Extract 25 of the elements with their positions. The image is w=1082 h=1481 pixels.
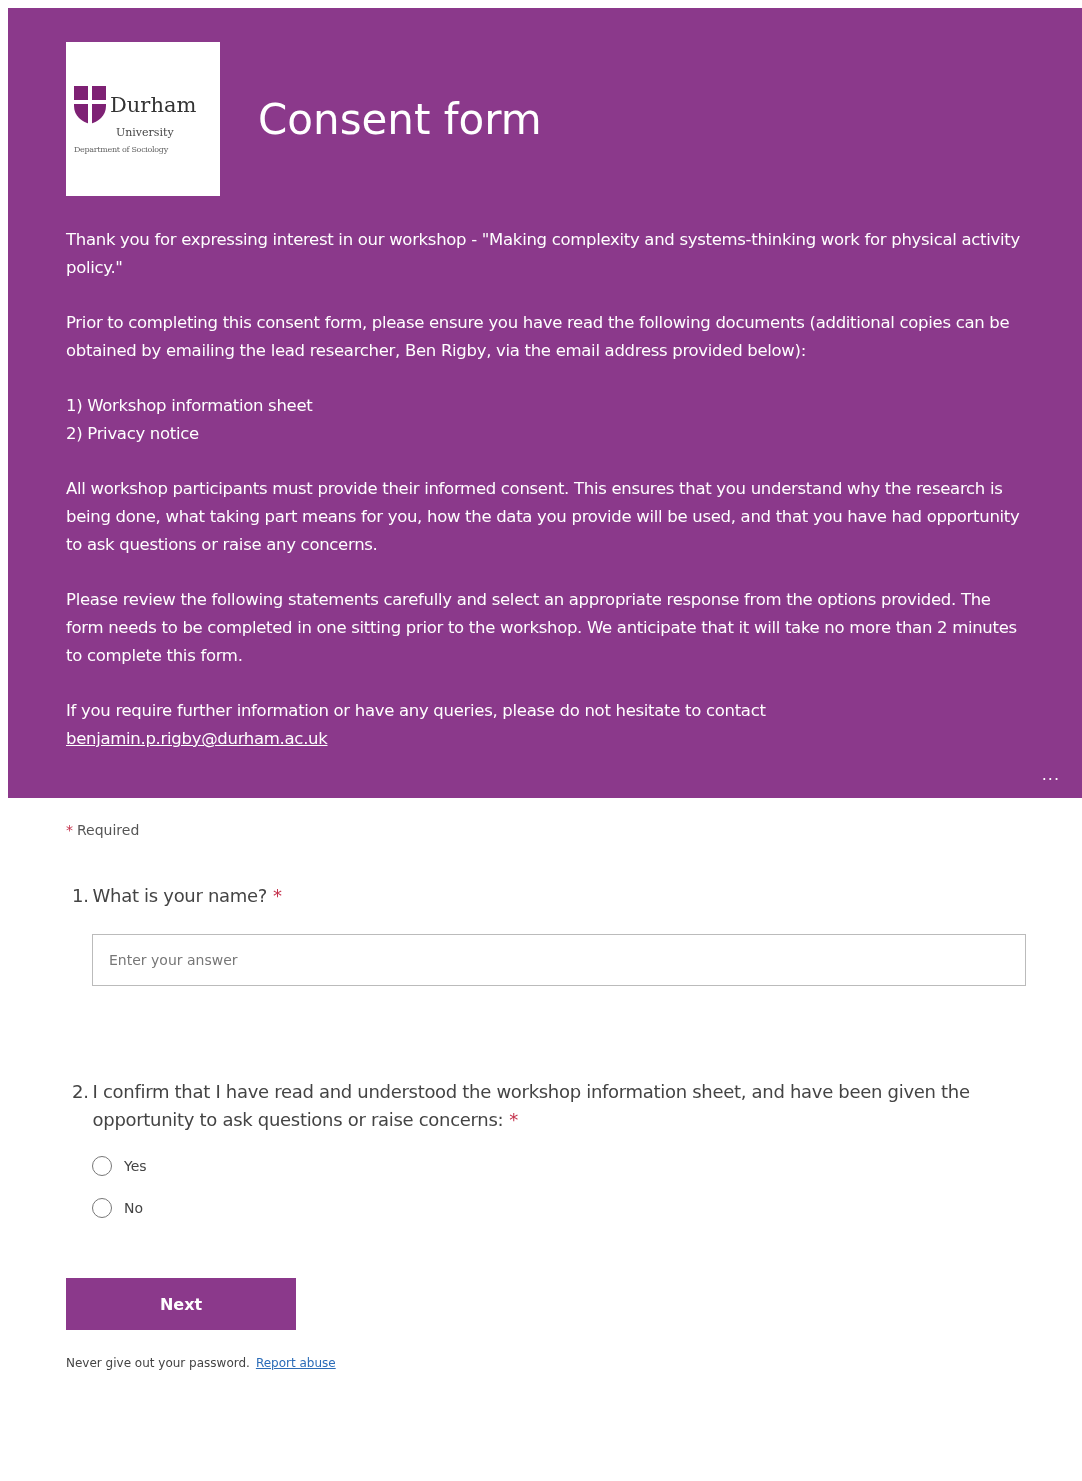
next-button[interactable]: Next — [66, 1278, 296, 1330]
document-item: 1) Workshop information sheet — [66, 395, 314, 417]
document-item: 2) Privacy notice — [66, 423, 200, 445]
shield-icon — [72, 84, 108, 126]
question-text: 1. What is your name? * — [72, 884, 283, 908]
password-warning: Never give out your password. — [66, 1356, 250, 1370]
required-mark: * — [273, 885, 282, 906]
required-mark: * — [509, 1109, 518, 1130]
intro-paragraph: All workshop participants must provide their informed consent. This ensures that you understand why the research is being done, what taking part means for you, how the data you provide will be used, and that you have had opportunity to ask questions or raise any concerns. — [66, 478, 1021, 556]
radio-button[interactable] — [92, 1198, 112, 1218]
university-logo: Durham University Department of Sociology — [66, 42, 220, 196]
report-abuse-link[interactable]: Report abuse — [255, 1356, 336, 1370]
form-title: Consent form — [258, 94, 542, 144]
answer-field[interactable]: Enter your answer — [92, 934, 1026, 986]
option-label: Yes — [124, 1158, 147, 1174]
intro-paragraph: Thank you for expressing interest in our workshop - "Making complexity and systems-thinking work for physical activity policy." — [66, 229, 1021, 279]
contact-text: If you require further information or have any queries, please do not hesitate to contact — [66, 700, 767, 722]
option-label: No — [124, 1200, 144, 1216]
intro-paragraph: Please review the following statements carefully and select an appropriate response from the options provided. The form needs to be completed in one sitting prior to the workshop. We anticipate that it will take no more than 2 minutes to complete this form. — [66, 589, 1018, 667]
question-text: 2. I confirm that I have read and understood the workshop information sheet, and have been given the opportunity to ask questions or raise concerns: * — [72, 1080, 971, 1132]
required-note: * Required — [66, 822, 141, 838]
email-link[interactable]: benjamin.p.rigby@durham.ac.uk — [66, 725, 328, 753]
radio-button[interactable] — [92, 1156, 112, 1176]
more-options-icon[interactable]: ... — [1041, 765, 1060, 784]
intro-paragraph: Prior to completing this consent form, please ensure you have read the following documents (additional copies can be obtained by emailing the lead researcher, Ben Rigby, via the email address provided below): — [66, 312, 1011, 362]
